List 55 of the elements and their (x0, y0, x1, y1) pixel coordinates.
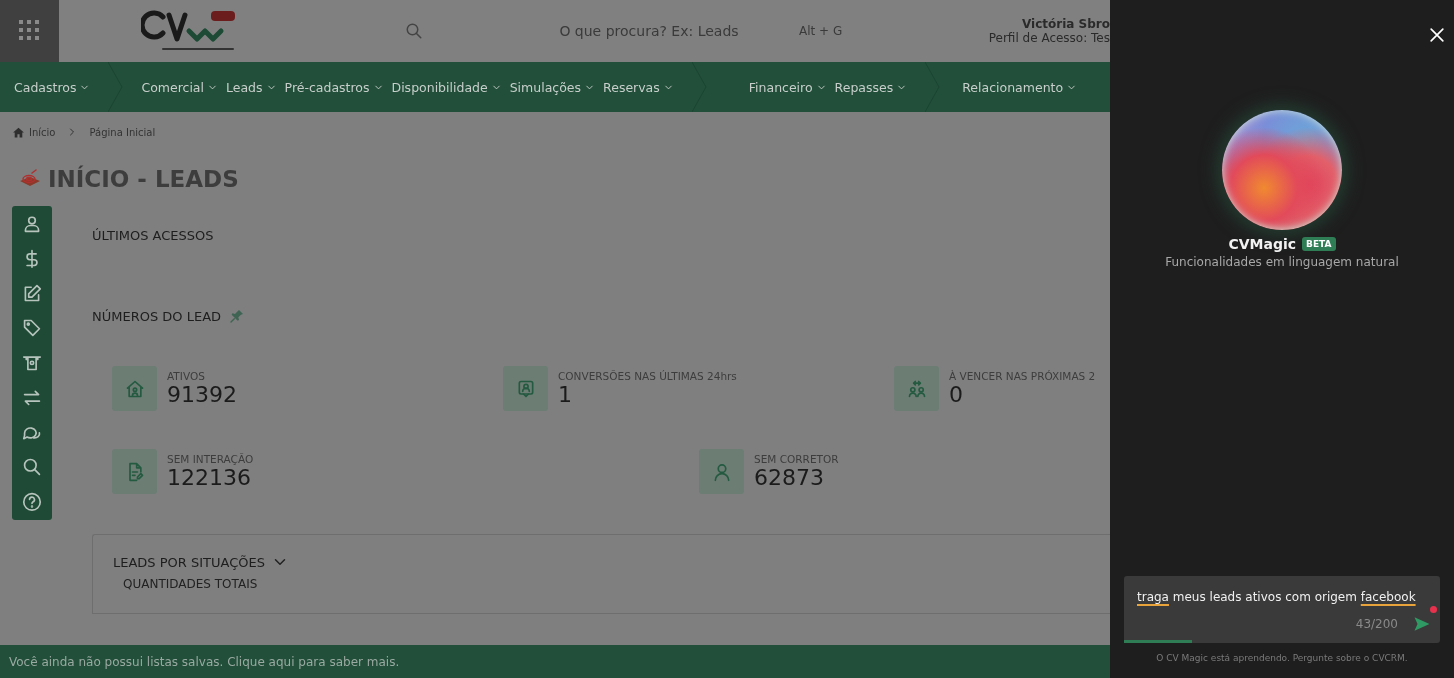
search-icon[interactable] (405, 22, 423, 40)
apps-menu-button[interactable] (0, 0, 59, 62)
tag-icon[interactable] (22, 318, 42, 339)
stat-label: CONVERSÕES NAS ÚLTIMAS 24hrs (558, 369, 737, 382)
home-icon[interactable] (12, 125, 25, 139)
breadcrumb-item[interactable]: Início (29, 126, 56, 138)
stat-label: SEM INTERAÇÃO (167, 452, 254, 465)
search-field[interactable]: O que procura? Ex: Leads (529, 23, 769, 39)
logo-drawing[interactable] (141, 9, 237, 53)
prompt-input[interactable]: traga meus leads ativos com origem facebook 43/200 (1124, 576, 1440, 643)
atm-icon[interactable] (22, 353, 42, 373)
stat-value: 91392 (167, 381, 237, 408)
section-heading: LEADS POR SITUAÇÕES (113, 554, 265, 570)
stat-label: SEM CORRETOR (754, 452, 839, 465)
nav-menu-item[interactable]: Simulações (505, 79, 600, 95)
grid-icon (17, 19, 42, 43)
assistant-subtitle: Funcionalidades em linguagem natural (1165, 255, 1399, 269)
person-icon[interactable] (22, 214, 42, 234)
nav-menu-item[interactable]: Reservas (599, 79, 678, 95)
character-counter: 43/200 (1355, 617, 1398, 631)
nav-menu-item[interactable]: Repasses (830, 79, 912, 95)
search-icon[interactable] (22, 457, 42, 478)
user-name[interactable]: Victória Sbro (1022, 17, 1110, 31)
nav-menu-item[interactable]: Cadastros (10, 79, 95, 95)
assistant-title: CVMagic (1228, 236, 1297, 252)
stat-value: 62873 (754, 464, 825, 491)
stat-value: 1 (558, 381, 573, 408)
nav-menu-item[interactable]: Pré-cadastros (280, 79, 388, 95)
subsection-heading: QUANTIDADES TOTAIS (123, 577, 259, 591)
nav-menu-item[interactable]: Disponibilidade (387, 79, 506, 95)
stat-label: À VENCER NAS PRÓXIMAS 2 (949, 369, 1096, 382)
edit-icon[interactable] (22, 283, 42, 304)
nav-menu-item[interactable]: Financeiro (744, 79, 831, 95)
user-profile: Perfil de Acesso: Tes (988, 31, 1110, 45)
stat-label: ATIVOS (167, 369, 206, 382)
saved-lists-banner[interactable]: Você ainda não possui listas salvas. Clique aqui para saber mais. (0, 645, 1110, 678)
prompt-text: traga meus leads ativos com origem facebook (1136, 589, 1417, 604)
section-heading: NÚMEROS DO LEAD (92, 308, 222, 324)
help-icon[interactable] (22, 492, 42, 513)
close-icon (1427, 25, 1447, 45)
nav-menu-item[interactable]: Relacionamento (958, 79, 1082, 95)
users-swap-icon (906, 378, 927, 399)
beta-badge: BETA (1302, 237, 1336, 251)
shortcut-hint: Alt + G (799, 24, 843, 38)
page-title: INÍCIO - LEADS (48, 166, 239, 192)
stat-value: 0 (949, 381, 964, 408)
stat-value: 122136 (167, 464, 251, 491)
nav-menu-item[interactable]: Comercial (137, 79, 222, 95)
assistant-note: O CV Magic está aprendendo. Pergunte sobre o CVCRM. (1156, 653, 1408, 663)
send-icon (1413, 615, 1431, 633)
transfer-icon[interactable] (22, 387, 42, 408)
section-heading: ÚLTIMOS ACESSOS (92, 228, 215, 245)
house-icon (124, 378, 145, 399)
breadcrumb-item: Página Inicial (89, 126, 156, 138)
nav-menu-item[interactable]: Leads (222, 79, 281, 95)
